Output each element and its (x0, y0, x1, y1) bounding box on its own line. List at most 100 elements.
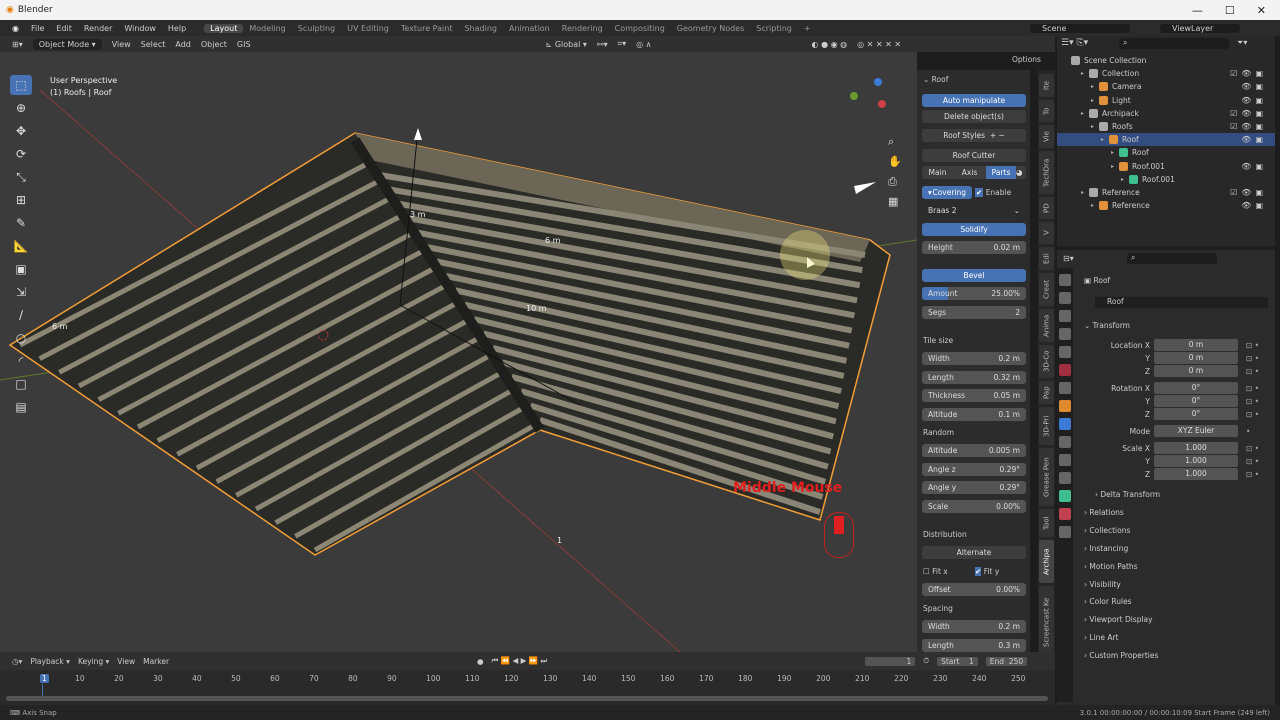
outliner-row[interactable]: ▸ Roof 👁▣ (1057, 133, 1275, 147)
tab-sculpting[interactable]: Sculpting (292, 24, 341, 33)
timeline-editor-icon[interactable]: ◷▾ (12, 657, 22, 666)
sidebar-tab[interactable]: Ite (1039, 74, 1054, 97)
expand-arrow-icon[interactable]: ▸ (1081, 110, 1089, 117)
world-tab-icon[interactable] (1059, 364, 1071, 376)
scene-tab-icon[interactable] (1059, 346, 1071, 358)
visibility-toggle-icons[interactable]: 👁▣ (1241, 82, 1267, 91)
output-tab-icon[interactable] (1059, 310, 1071, 322)
annotate-tool-icon[interactable]: ✎ (10, 213, 32, 233)
lock-icon[interactable]: ⊡ • (1246, 384, 1259, 393)
expand-arrow-icon[interactable]: ▸ (1081, 70, 1089, 77)
grid-tool-icon[interactable]: ▤ (10, 397, 32, 417)
modifier-tab-icon[interactable] (1059, 418, 1071, 430)
circle-tool-icon[interactable]: ○ (10, 328, 32, 348)
sidebar-tab[interactable]: 3D-Co (1039, 345, 1054, 378)
visibility-toggle-icons[interactable]: 👁▣ (1241, 162, 1267, 171)
random-altitude-field[interactable]: Altitude 0.005 m (922, 444, 1026, 457)
sidebar-tab[interactable]: Creat (1039, 273, 1054, 306)
roof-styles-button[interactable]: Roof Styles + − (922, 129, 1026, 142)
panel-custom-properties[interactable]: › Custom Properties (1084, 651, 1158, 660)
roof-cutter-button[interactable]: Roof Cutter (922, 149, 1026, 162)
offset-field[interactable]: Offset 0.00% (922, 583, 1026, 596)
menu-help[interactable]: Help (162, 24, 192, 33)
tab-modeling[interactable]: Modeling (243, 24, 291, 33)
rectangle-tool-icon[interactable]: □ (10, 374, 32, 394)
pan-hand-icon[interactable]: ✋ (888, 152, 902, 172)
random-angle-y-field[interactable]: Angle y 0.29° (922, 481, 1026, 494)
arc-tool-icon[interactable]: ◜ (10, 351, 32, 371)
tab-rendering[interactable]: Rendering (556, 24, 609, 33)
sidebar-tab[interactable]: PD (1039, 197, 1054, 219)
texture-tab-icon[interactable] (1059, 526, 1071, 538)
archipack-tool-icon[interactable]: ⇲ (10, 282, 32, 302)
sidebar-tab[interactable]: Edi (1039, 247, 1054, 270)
proportional-edit-icon[interactable]: ◎ ∧ (636, 40, 651, 49)
sidebar-tab[interactable]: Anima (1039, 309, 1054, 342)
alternate-button[interactable]: Alternate (922, 546, 1026, 559)
scale-tool-icon[interactable]: ⤡ (10, 167, 32, 187)
rotate-tool-icon[interactable]: ⟳ (10, 144, 32, 164)
close-button[interactable]: ✕ (1257, 4, 1266, 17)
panel-visibility[interactable]: › Visibility (1084, 580, 1121, 589)
lock-icon[interactable]: ⊡ • (1246, 410, 1259, 419)
field-value[interactable]: 0° (1154, 408, 1238, 420)
amount-slider[interactable]: Amount 25.00% (922, 287, 1026, 300)
lock-icon[interactable]: ⊡ • (1246, 367, 1259, 376)
field-value[interactable]: 0 m (1154, 352, 1238, 364)
tab-scripting[interactable]: Scripting (750, 24, 798, 33)
menu-object[interactable]: Object (201, 40, 227, 49)
field-value[interactable]: 0° (1154, 382, 1238, 394)
menu-file[interactable]: File (25, 24, 50, 33)
view-layer-selector[interactable]: ViewLayer (1160, 23, 1240, 33)
lock-icon[interactable]: ⊡ • (1246, 444, 1259, 453)
field-value[interactable]: 0 m (1154, 339, 1238, 351)
expand-arrow-icon[interactable]: ▸ (1081, 189, 1089, 196)
expand-arrow-icon[interactable]: ▸ (1111, 149, 1119, 156)
menu-keying[interactable]: Keying ▾ (78, 657, 109, 666)
fit-y-checkbox[interactable]: ✔ Fit y (975, 567, 999, 576)
tab-geometry-nodes[interactable]: Geometry Nodes (671, 24, 750, 33)
data-tab-icon[interactable] (1059, 490, 1071, 502)
sidebar-tab[interactable]: 3D-Pri (1039, 407, 1054, 445)
record-button[interactable]: ● (477, 657, 484, 666)
menu-add[interactable]: Add (175, 40, 191, 49)
outliner-row[interactable]: ▸ Camera 👁▣ (1057, 80, 1275, 93)
expand-arrow-icon[interactable]: ▸ (1091, 202, 1099, 209)
view-layer-tab-icon[interactable] (1059, 328, 1071, 340)
field-value[interactable]: 1.000 (1154, 468, 1238, 480)
visibility-toggle-icons[interactable]: 👁▣ (1241, 135, 1267, 144)
blender-menu-icon[interactable]: ◉ (6, 24, 25, 33)
covering-toggle[interactable]: ▾ Covering (922, 186, 972, 199)
properties-search-input[interactable]: ⌕ (1127, 253, 1217, 264)
menu-playback[interactable]: Playback ▾ (30, 657, 70, 666)
panel-collections[interactable]: › Collections (1084, 526, 1130, 535)
move-tool-icon[interactable]: ✥ (10, 121, 32, 141)
panel-instancing[interactable]: › Instancing (1084, 544, 1128, 553)
render-tab-icon[interactable] (1059, 292, 1071, 304)
options-button[interactable]: Options (1012, 55, 1041, 64)
draw-line-tool-icon[interactable]: ∕ (10, 305, 32, 325)
tab-axis[interactable]: Axis (953, 168, 986, 177)
globe-icon[interactable]: ◕ (1016, 168, 1026, 177)
tab-parts[interactable]: Parts (986, 166, 1016, 179)
transform-panel-header[interactable]: ⌄ Transform (1084, 321, 1130, 330)
properties-editor-type-icon[interactable]: ⊟▾ (1063, 254, 1074, 263)
outliner-row[interactable]: ▸ Reference 👁▣ (1057, 199, 1275, 212)
3d-viewport[interactable]: User Perspective (1) Roofs | Roof 3 m 6 … (0, 52, 917, 652)
lock-icon[interactable]: ⊡ • (1246, 470, 1259, 479)
expand-arrow-icon[interactable]: ▸ (1101, 136, 1109, 143)
measure-tool-icon[interactable]: 📐 (10, 236, 32, 256)
navigation-gizmo[interactable] (850, 78, 886, 114)
segs-field[interactable]: Segs 2 (922, 306, 1026, 319)
outliner-row[interactable]: ▸ Light 👁▣ (1057, 94, 1275, 107)
minimize-button[interactable]: — (1192, 4, 1203, 17)
outliner-display-mode-icon[interactable]: ☰▾ ⎘▾ (1061, 38, 1088, 48)
add-icon[interactable]: + (990, 131, 996, 140)
remove-icon[interactable]: − (999, 131, 1005, 140)
add-workspace-button[interactable]: + (798, 24, 817, 33)
zoom-icon[interactable]: ⌕ (888, 132, 902, 152)
enable-checkbox[interactable]: ✔ Enable (975, 188, 1011, 197)
sidebar-tab[interactable]: Vie (1039, 125, 1054, 148)
material-tab-icon[interactable] (1059, 508, 1071, 520)
tab-uv-editing[interactable]: UV Editing (341, 24, 395, 33)
